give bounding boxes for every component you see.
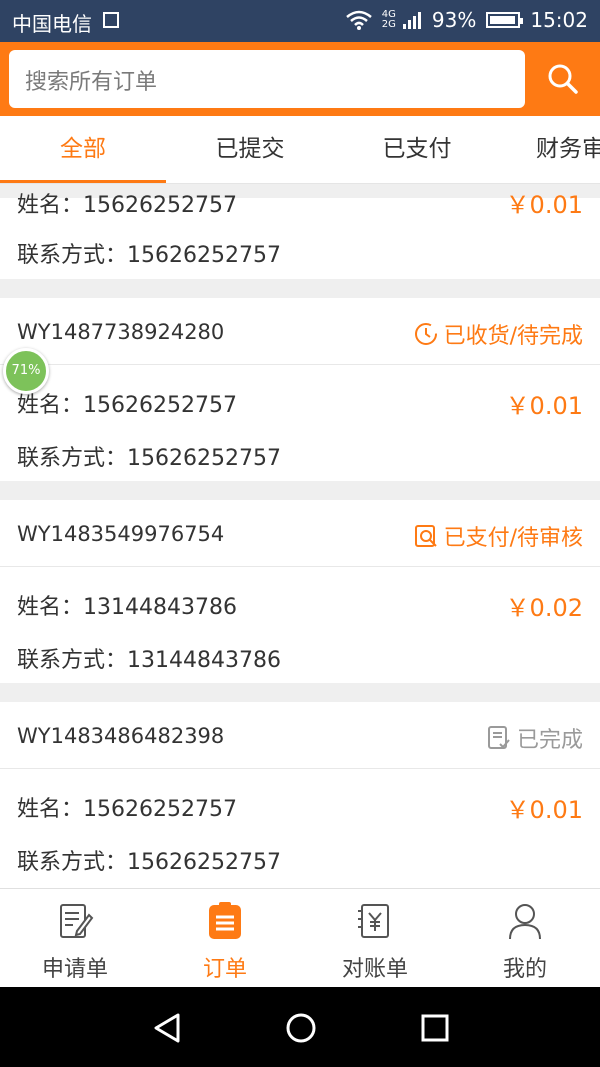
order-card[interactable]: WY1483486482398 已完成 姓名：15626252757 ￥0.01… [0,702,600,888]
order-amount: ￥0.01 [505,392,583,420]
tab-all[interactable]: 全部 [0,116,166,183]
home-icon[interactable] [284,1011,318,1045]
carrier-name: 中国电信 [12,12,92,36]
order-card[interactable]: WY1483549976754 已支付/待审核 姓名：13144843786 ￥… [0,500,600,683]
customer-contact: 联系方式：15626252757 [17,446,281,471]
clock-time: 15:02 [530,8,588,32]
search-input[interactable]: 搜索所有订单 [9,50,525,108]
network-type: 4G 2G [381,9,396,30]
user-icon [509,904,541,940]
order-status: 已支付/待审核 [414,520,583,552]
tab-submitted[interactable]: 已提交 [167,116,333,183]
back-icon[interactable] [150,1011,184,1045]
wifi-icon [345,10,372,30]
tab-finance-review[interactable]: 财务审 [501,116,600,183]
order-list-icon [209,902,241,939]
recent-apps-icon[interactable] [418,1011,452,1045]
nav-item-me[interactable]: 我的 [450,889,600,988]
status-bar: 中国电信 4G 2G 93% 15:02 [0,0,600,42]
order-card[interactable]: 姓名：15626252757 ￥0.01 联系方式：15626252757 [0,191,600,279]
order-tabs: 全部 已提交 已支付 财务审 [0,116,600,184]
nav-item-statement[interactable]: 对账单 [300,889,450,988]
search-button[interactable] [526,42,600,116]
system-nav-bar [0,987,600,1067]
customer-name: 姓名：15626252757 [17,797,237,822]
nav-label: 申请单 [41,957,108,982]
order-status: 已收货/待完成 [414,318,583,350]
customer-name: 姓名：15626252757 [17,193,237,218]
customer-contact: 联系方式：15626252757 [17,243,281,268]
order-card[interactable]: WY1487738924280 已收货/待完成 姓名：15626252757 ￥… [0,298,600,481]
battery-icon [486,12,524,28]
order-number: WY1483486482398 [17,724,225,748]
search-icon [548,64,578,94]
signal-icon [402,12,421,29]
order-amount: ￥0.01 [505,191,583,219]
order-list[interactable]: 姓名：15626252757 ￥0.01 联系方式：15626252757 WY… [0,183,600,888]
review-icon [414,525,437,547]
bottom-nav: 申请单 订单 对账单 我的 [0,888,600,988]
order-amount: ￥0.01 [505,796,583,824]
customer-contact: 联系方式：13144843786 [17,648,281,673]
nav-label: 订单 [202,957,247,982]
statement-icon [358,904,389,938]
order-amount: ￥0.02 [505,594,583,622]
battery-percent: 93% [431,8,477,32]
customer-name: 姓名：13144843786 [17,595,237,620]
order-number: WY1487738924280 [17,320,225,344]
floating-progress-badge[interactable]: 71% [3,348,49,394]
form-edit-icon [60,904,94,938]
clock-icon [414,323,437,345]
nav-item-application[interactable]: 申请单 [0,889,150,988]
search-bar: 搜索所有订单 [0,42,600,116]
customer-name: 姓名：15626252757 [17,393,237,418]
nav-label: 对账单 [341,957,408,982]
order-status: 已完成 [487,722,583,754]
screenshot-icon [103,12,119,28]
tab-paid[interactable]: 已支付 [334,116,500,183]
checklist-icon [487,726,510,749]
nav-label: 我的 [502,957,547,982]
nav-item-orders[interactable]: 订单 [150,889,300,988]
order-number: WY1483549976754 [17,522,225,546]
customer-contact: 联系方式：15626252757 [17,850,281,875]
